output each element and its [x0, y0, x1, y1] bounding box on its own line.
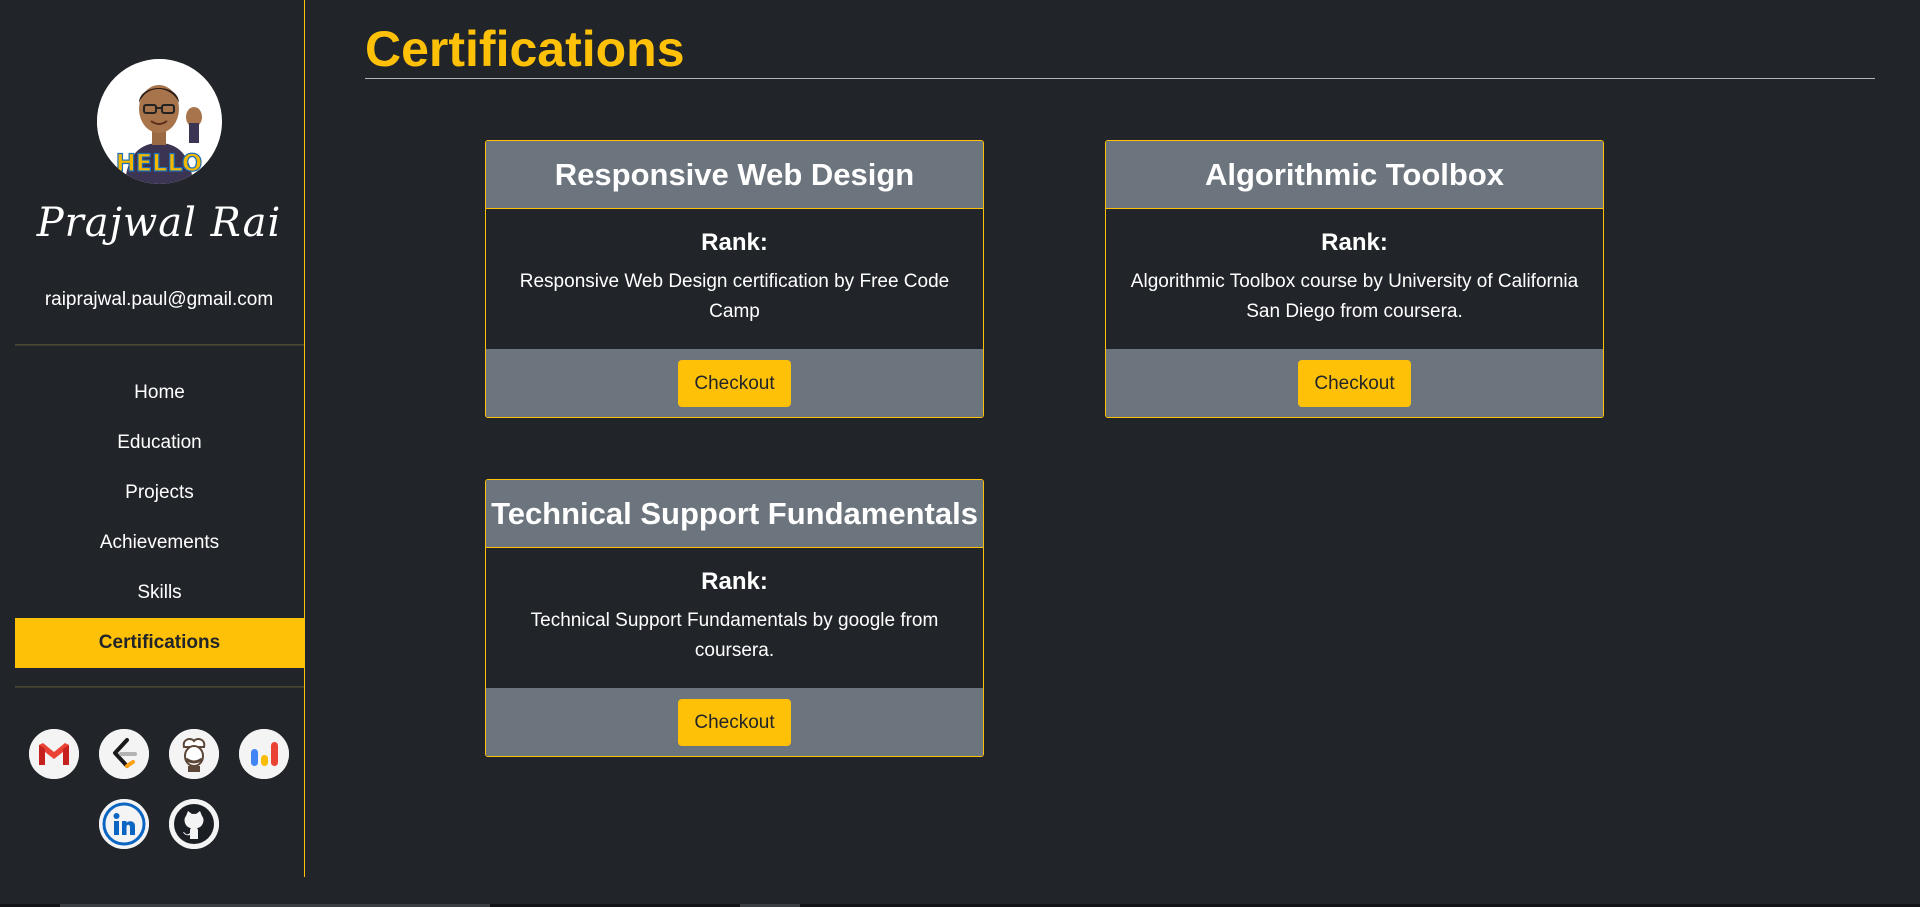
certification-card: Technical Support Fundamentals Rank: Tec… — [485, 479, 984, 757]
card-body: Rank: Technical Support Fundamentals by … — [486, 548, 983, 688]
google-analytics-link[interactable] — [239, 729, 289, 779]
github-icon — [169, 799, 219, 849]
card-title: Technical Support Fundamentals — [486, 480, 983, 548]
sidebar: HELLO Prajwal Rai raiprajwal.paul@gmail.… — [0, 0, 305, 877]
certification-card: Algorithmic Toolbox Rank: Algorithmic To… — [1105, 140, 1604, 418]
card-title: Responsive Web Design — [486, 141, 983, 209]
rank-label: Rank: — [701, 568, 768, 595]
nav-item-education[interactable]: Education — [15, 418, 304, 468]
profile-name: Prajwal Rai — [36, 200, 282, 246]
nav-item-certifications[interactable]: Certifications — [15, 618, 304, 668]
checkout-button[interactable]: Checkout — [678, 698, 791, 746]
rank-label: Rank: — [1321, 229, 1388, 256]
google-analytics-icon — [239, 729, 289, 779]
gmail-icon — [29, 729, 79, 779]
nav-item-achievements[interactable]: Achievements — [15, 518, 304, 568]
card-body: Rank: Responsive Web Design certificatio… — [486, 209, 983, 349]
svg-text:HELLO: HELLO — [116, 149, 203, 177]
checkout-button[interactable]: Checkout — [1298, 359, 1411, 407]
linkedin-link[interactable] — [99, 799, 149, 849]
card-description: Algorithmic Toolbox course by University… — [1130, 271, 1579, 322]
page-title: Certifications — [365, 21, 685, 77]
card-description: Responsive Web Design certification by F… — [519, 271, 950, 322]
card-title: Algorithmic Toolbox — [1106, 141, 1603, 209]
nav-item-home[interactable]: Home — [15, 368, 304, 418]
gmail-link[interactable] — [29, 729, 79, 779]
card-footer: Checkout — [486, 688, 983, 756]
nav-item-skills[interactable]: Skills — [15, 568, 304, 618]
card-footer: Checkout — [1106, 349, 1603, 417]
card-footer: Checkout — [486, 349, 983, 417]
nav-item-projects[interactable]: Projects — [15, 468, 304, 518]
codechef-icon — [169, 729, 219, 779]
leetcode-link[interactable] — [99, 729, 149, 779]
card-description: Technical Support Fundamentals by google… — [530, 610, 939, 661]
linkedin-icon — [99, 799, 149, 849]
profile-email: raiprajwal.paul@gmail.com — [44, 289, 274, 310]
certification-card: Responsive Web Design Rank: Responsive W… — [485, 140, 984, 418]
avatar: HELLO — [97, 59, 222, 184]
divider — [15, 344, 304, 346]
leetcode-icon — [99, 729, 149, 779]
rank-label: Rank: — [701, 229, 768, 256]
codechef-link[interactable] — [169, 729, 219, 779]
sidebar-nav: Home Education Projects Achievements Ski… — [15, 368, 304, 668]
avatar-image: HELLO — [97, 59, 221, 184]
divider — [15, 686, 304, 688]
title-divider — [365, 78, 1875, 79]
github-link[interactable] — [169, 799, 219, 849]
checkout-button[interactable]: Checkout — [678, 359, 791, 407]
card-body: Rank: Algorithmic Toolbox course by Univ… — [1106, 209, 1603, 349]
